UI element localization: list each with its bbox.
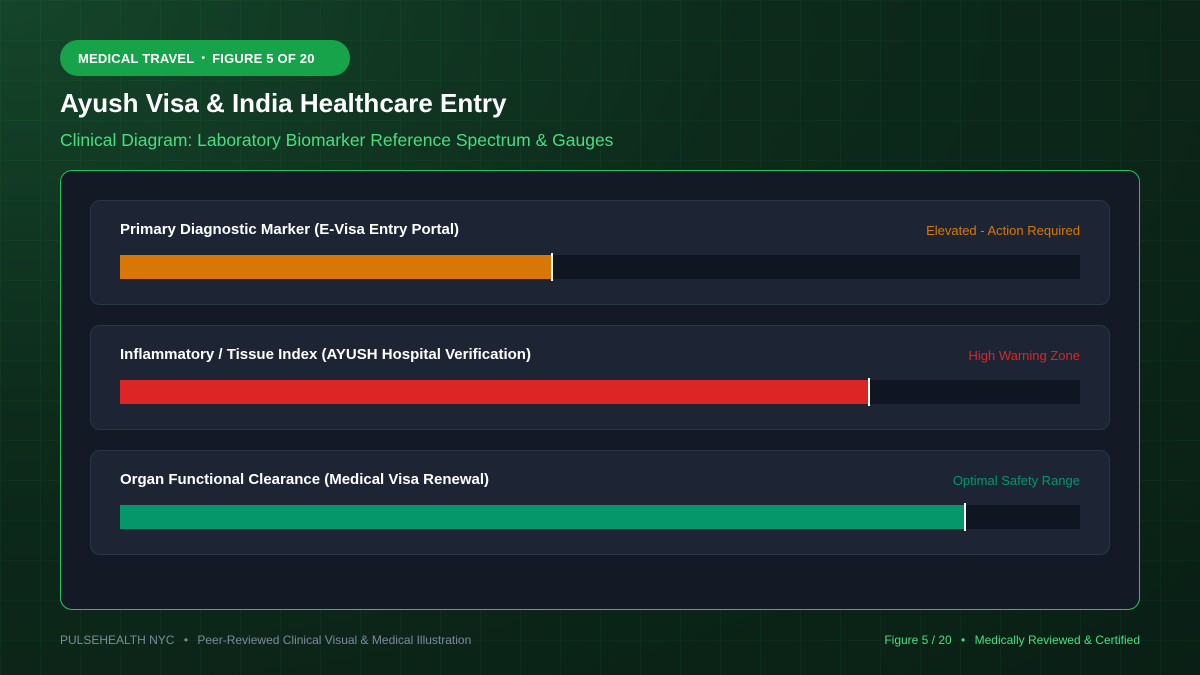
figure-tag: FIGURE 5 OF 20	[212, 50, 315, 66]
category-badge: MEDICAL TRAVEL • FIGURE 5 OF 20	[60, 40, 350, 76]
gauge-marker	[551, 253, 553, 281]
page-subtitle: Clinical Diagram: Laboratory Biomarker R…	[60, 130, 614, 150]
footer-certification: Medically Reviewed & Certified	[974, 633, 1140, 647]
gauge-card-primary-diagnostic: Primary Diagnostic Marker (E-Visa Entry …	[90, 200, 1110, 305]
gauge-marker	[963, 503, 966, 531]
gauge-status: Optimal Safety Range	[952, 473, 1080, 488]
footer-separator: •	[183, 633, 189, 647]
badge-separator: •	[201, 52, 206, 64]
gauge-label: Inflammatory / Tissue Index (AYUSH Hospi…	[120, 346, 531, 363]
footer-tagline: Peer-Reviewed Clinical Visual & Medical …	[197, 633, 472, 647]
gauge-fill	[120, 380, 869, 404]
gauge-status: Elevated - Action Required	[926, 223, 1080, 238]
gauge-track	[120, 378, 1080, 406]
gauge-fill	[120, 505, 965, 529]
footer-credits: PULSEHEALTH NYC • Peer-Reviewed Clinical…	[60, 633, 471, 647]
footer-separator: •	[961, 633, 966, 647]
gauge-track	[120, 503, 1080, 531]
gauge-panel: Primary Diagnostic Marker (E-Visa Entry …	[60, 170, 1140, 610]
gauge-track	[120, 253, 1080, 281]
footer-brand: PULSEHEALTH NYC	[60, 633, 175, 647]
category-label: MEDICAL TRAVEL	[78, 50, 195, 66]
gauge-label: Organ Functional Clearance (Medical Visa…	[120, 471, 490, 488]
gauge-fill	[120, 255, 552, 279]
gauge-status: High Warning Zone	[968, 348, 1080, 363]
page-title: Ayush Visa & India Healthcare Entry	[60, 88, 507, 118]
gauge-card-inflammatory-index: Inflammatory / Tissue Index (AYUSH Hospi…	[90, 325, 1110, 430]
gauge-label: Primary Diagnostic Marker (E-Visa Entry …	[120, 221, 460, 238]
footer-figure: Figure 5 / 20	[884, 633, 952, 647]
footer-figure-info: Figure 5 / 20 • Medically Reviewed & Cer…	[884, 633, 1140, 647]
gauge-card-organ-clearance: Organ Functional Clearance (Medical Visa…	[90, 450, 1110, 555]
gauge-marker	[867, 378, 870, 406]
